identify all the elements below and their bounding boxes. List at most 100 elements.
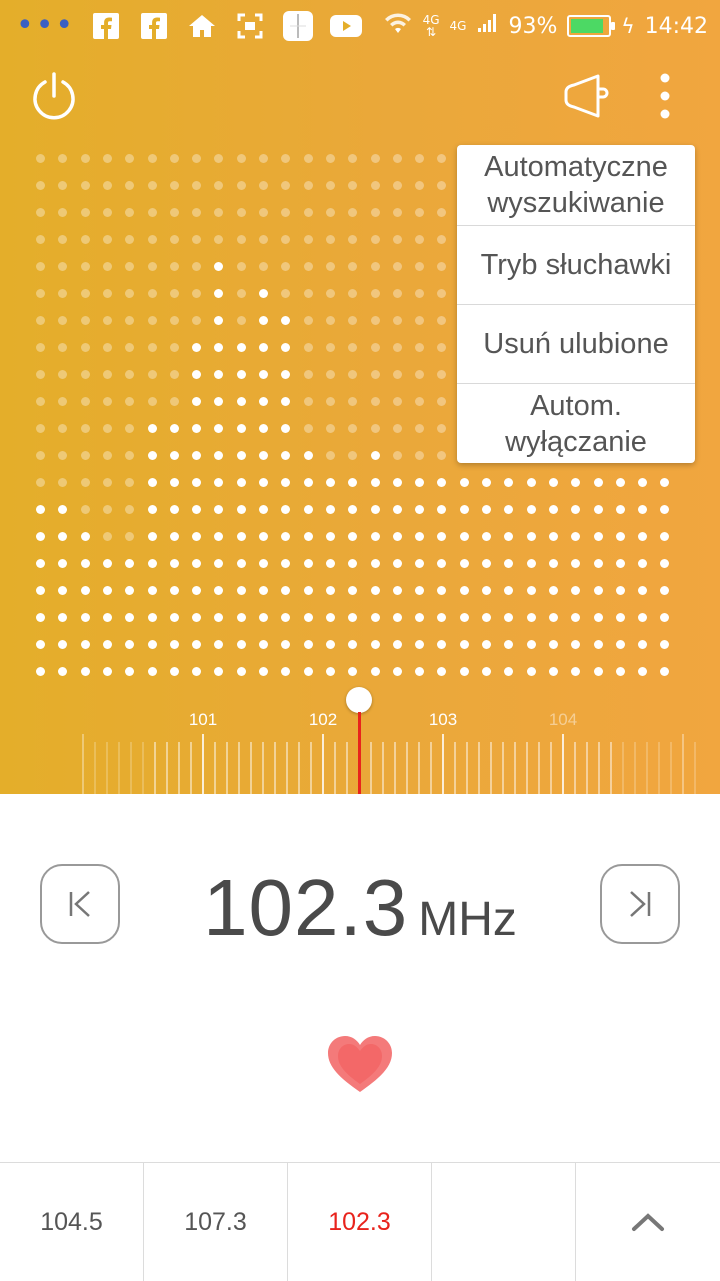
spectrum-dot [392, 316, 402, 325]
spectrum-dot [214, 559, 224, 568]
spectrum-dot [192, 613, 202, 622]
spectrum-dot [482, 586, 491, 595]
spectrum-dot [125, 262, 135, 271]
spectrum-dot [548, 613, 558, 622]
spectrum-dot [80, 451, 90, 460]
spectrum-dot [303, 316, 313, 325]
spectrum-dot [147, 424, 157, 433]
spectrum-dot [125, 505, 135, 514]
spectrum-dot [526, 505, 536, 514]
preset-station[interactable]: 107.3 [144, 1163, 288, 1281]
spectrum-dot [325, 262, 335, 271]
preset-station[interactable]: 104.5 [0, 1163, 144, 1281]
spectrum-dot [437, 667, 447, 676]
spectrum-dot [348, 289, 358, 298]
spectrum-dot [80, 424, 90, 433]
spectrum-dot [58, 559, 68, 568]
spectrum-dot [36, 667, 45, 676]
spectrum-dot [214, 370, 224, 379]
spectrum-dot [147, 478, 157, 487]
spectrum-dot [214, 235, 224, 244]
facebook-icon [137, 9, 171, 43]
spectrum-dot [437, 478, 447, 487]
spectrum-dot [370, 451, 380, 460]
spectrum-dot [192, 316, 202, 325]
menu-item-headphone-mode[interactable]: Tryb słuchawki [457, 226, 695, 305]
spectrum-dot [125, 613, 135, 622]
spectrum-dot [281, 154, 291, 163]
spectrum-dot [325, 343, 335, 352]
spectrum-dot [303, 532, 313, 541]
spectrum-dot [281, 532, 291, 541]
spectrum-dot [125, 424, 135, 433]
home-icon [185, 9, 219, 43]
spectrum-dot [80, 262, 90, 271]
spectrum-dot [147, 586, 157, 595]
spectrum-dot [236, 235, 246, 244]
spectrum-dot [169, 667, 179, 676]
spectrum-dot [169, 532, 179, 541]
menu-item-label: Automatyczne [484, 151, 668, 183]
spectrum-dot [259, 613, 268, 622]
spectrum-dot [102, 586, 112, 595]
spectrum-dot [147, 397, 157, 406]
spectrum-dot [147, 154, 157, 163]
preset-station-active[interactable]: 102.3 [288, 1163, 432, 1281]
spectrum-dot [102, 424, 112, 433]
spectrum-dot [392, 613, 402, 622]
spectrum-dot [80, 370, 90, 379]
spectrum-dot [482, 667, 491, 676]
spectrum-dot [281, 397, 291, 406]
spectrum-dot [125, 667, 135, 676]
spectrum-dot [214, 289, 224, 298]
expand-presets-button[interactable] [576, 1163, 720, 1281]
speaker-button[interactable] [560, 72, 614, 120]
spectrum-dot [102, 667, 112, 676]
spectrum-dot [102, 451, 112, 460]
spectrum-dot [504, 640, 514, 649]
spectrum-dot [80, 667, 90, 676]
spectrum-dot [102, 343, 112, 352]
spectrum-dot [147, 667, 157, 676]
spectrum-dot [80, 154, 90, 163]
spectrum-dot [125, 370, 135, 379]
spectrum-dot [214, 667, 224, 676]
tuning-knob[interactable] [346, 687, 372, 713]
spectrum-dot [303, 505, 313, 514]
spectrum-dot [526, 613, 536, 622]
spectrum-dot [169, 343, 179, 352]
spectrum-dot [169, 478, 179, 487]
spectrum-dot [259, 559, 268, 568]
menu-item-remove-favorite[interactable]: Usuń ulubione [457, 305, 695, 384]
spectrum-dot [236, 532, 246, 541]
spectrum-dot [370, 262, 380, 271]
power-button[interactable] [28, 70, 80, 122]
spectrum-dot [415, 478, 425, 487]
spectrum-dot [571, 532, 581, 541]
spectrum-dot [169, 451, 179, 460]
menu-item-auto-search[interactable]: Automatyczne wyszukiwanie [457, 145, 695, 226]
spectrum-dot [392, 208, 402, 217]
spectrum-dot [214, 424, 224, 433]
spectrum-dot [370, 370, 380, 379]
spectrum-dot [593, 613, 603, 622]
menu-item-auto-shutdown[interactable]: Autom. wyłączanie [457, 384, 695, 463]
spectrum-dot [80, 208, 90, 217]
facebook-icon [89, 9, 123, 43]
spectrum-dot [169, 235, 179, 244]
spectrum-dot [415, 505, 425, 514]
spectrum-dot [214, 640, 224, 649]
spectrum-dot [348, 424, 358, 433]
spectrum-dot [281, 424, 291, 433]
spectrum-dot [259, 640, 268, 649]
menu-item-label: Autom. [530, 389, 622, 422]
spectrum-dot [259, 370, 268, 379]
favorite-button[interactable] [326, 1034, 394, 1094]
spectrum-dot [169, 208, 179, 217]
status-bar: ••• 4G ⇅ 4G 93% ϟ 14:42 [16, 8, 708, 43]
preset-station-empty[interactable] [432, 1163, 576, 1281]
spectrum-dot [125, 235, 135, 244]
spectrum-dot [437, 532, 447, 541]
next-station-button[interactable] [600, 864, 680, 944]
more-options-button[interactable] [650, 70, 680, 122]
